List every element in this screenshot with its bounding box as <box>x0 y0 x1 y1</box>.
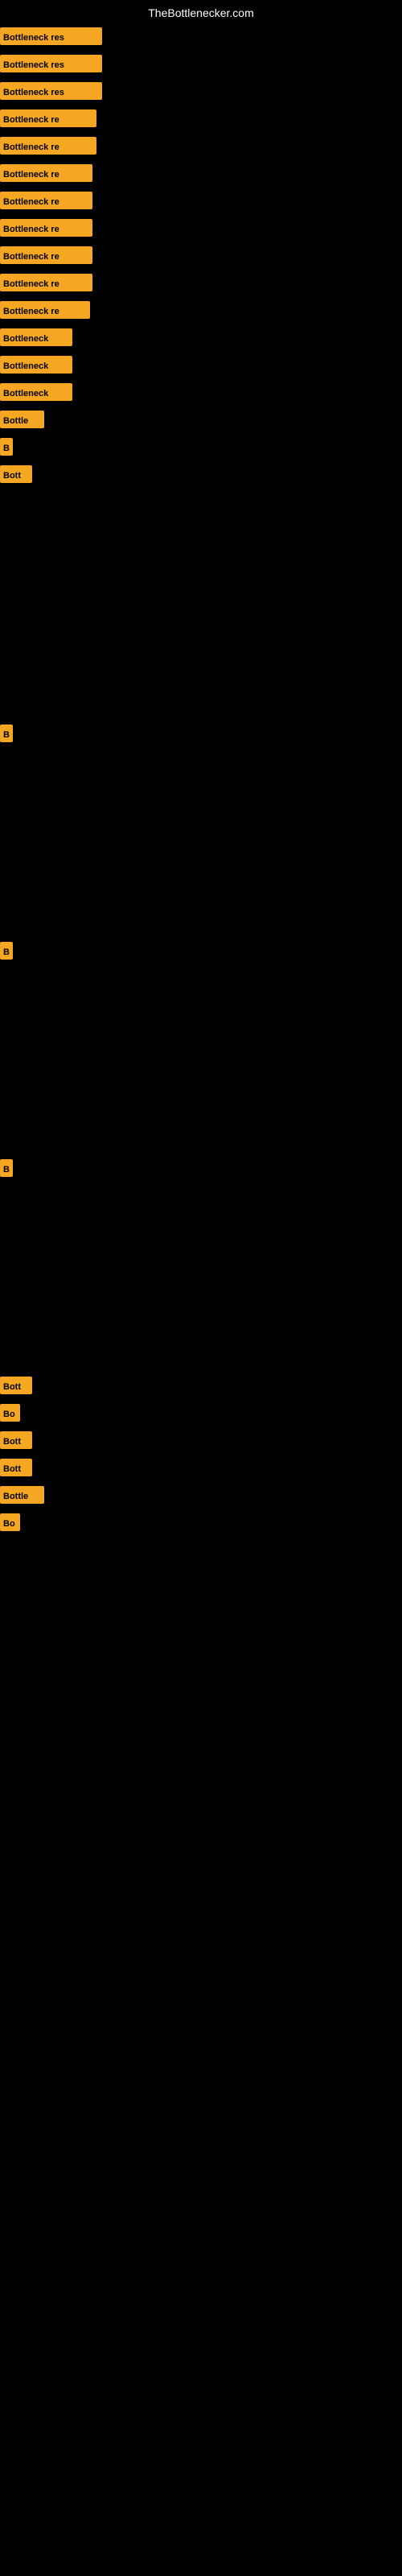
bottleneck-badge-10: Bottleneck re <box>0 274 92 291</box>
bottleneck-badge-16: B <box>0 438 13 456</box>
bottleneck-badge-2: Bottleneck res <box>0 55 102 72</box>
bottleneck-badge-19: B <box>0 942 13 960</box>
bottleneck-badge-7: Bottleneck re <box>0 192 92 209</box>
bottleneck-badge-22: Bo <box>0 1404 20 1422</box>
bottleneck-badge-26: Bo <box>0 1513 20 1531</box>
bottleneck-badge-23: Bott <box>0 1431 32 1449</box>
bottleneck-badge-15: Bottle <box>0 411 44 428</box>
bottleneck-badge-21: Bott <box>0 1377 32 1394</box>
bottleneck-badge-20: B <box>0 1159 13 1177</box>
bottleneck-badge-17: Bott <box>0 465 32 483</box>
bottleneck-badge-5: Bottleneck re <box>0 137 96 155</box>
bottleneck-badge-18: B <box>0 724 13 742</box>
bottleneck-badge-9: Bottleneck re <box>0 246 92 264</box>
bottleneck-badge-3: Bottleneck res <box>0 82 102 100</box>
bottleneck-badge-11: Bottleneck re <box>0 301 90 319</box>
bottleneck-badge-14: Bottleneck <box>0 383 72 401</box>
bottleneck-badge-12: Bottleneck <box>0 328 72 346</box>
bottleneck-badge-8: Bottleneck re <box>0 219 92 237</box>
bottleneck-badge-4: Bottleneck re <box>0 109 96 127</box>
site-title: TheBottlenecker.com <box>148 6 254 19</box>
bottleneck-badge-25: Bottle <box>0 1486 44 1504</box>
bottleneck-badge-6: Bottleneck re <box>0 164 92 182</box>
bottleneck-badge-1: Bottleneck res <box>0 27 102 45</box>
bottleneck-badge-24: Bott <box>0 1459 32 1476</box>
bottleneck-badge-13: Bottleneck <box>0 356 72 374</box>
